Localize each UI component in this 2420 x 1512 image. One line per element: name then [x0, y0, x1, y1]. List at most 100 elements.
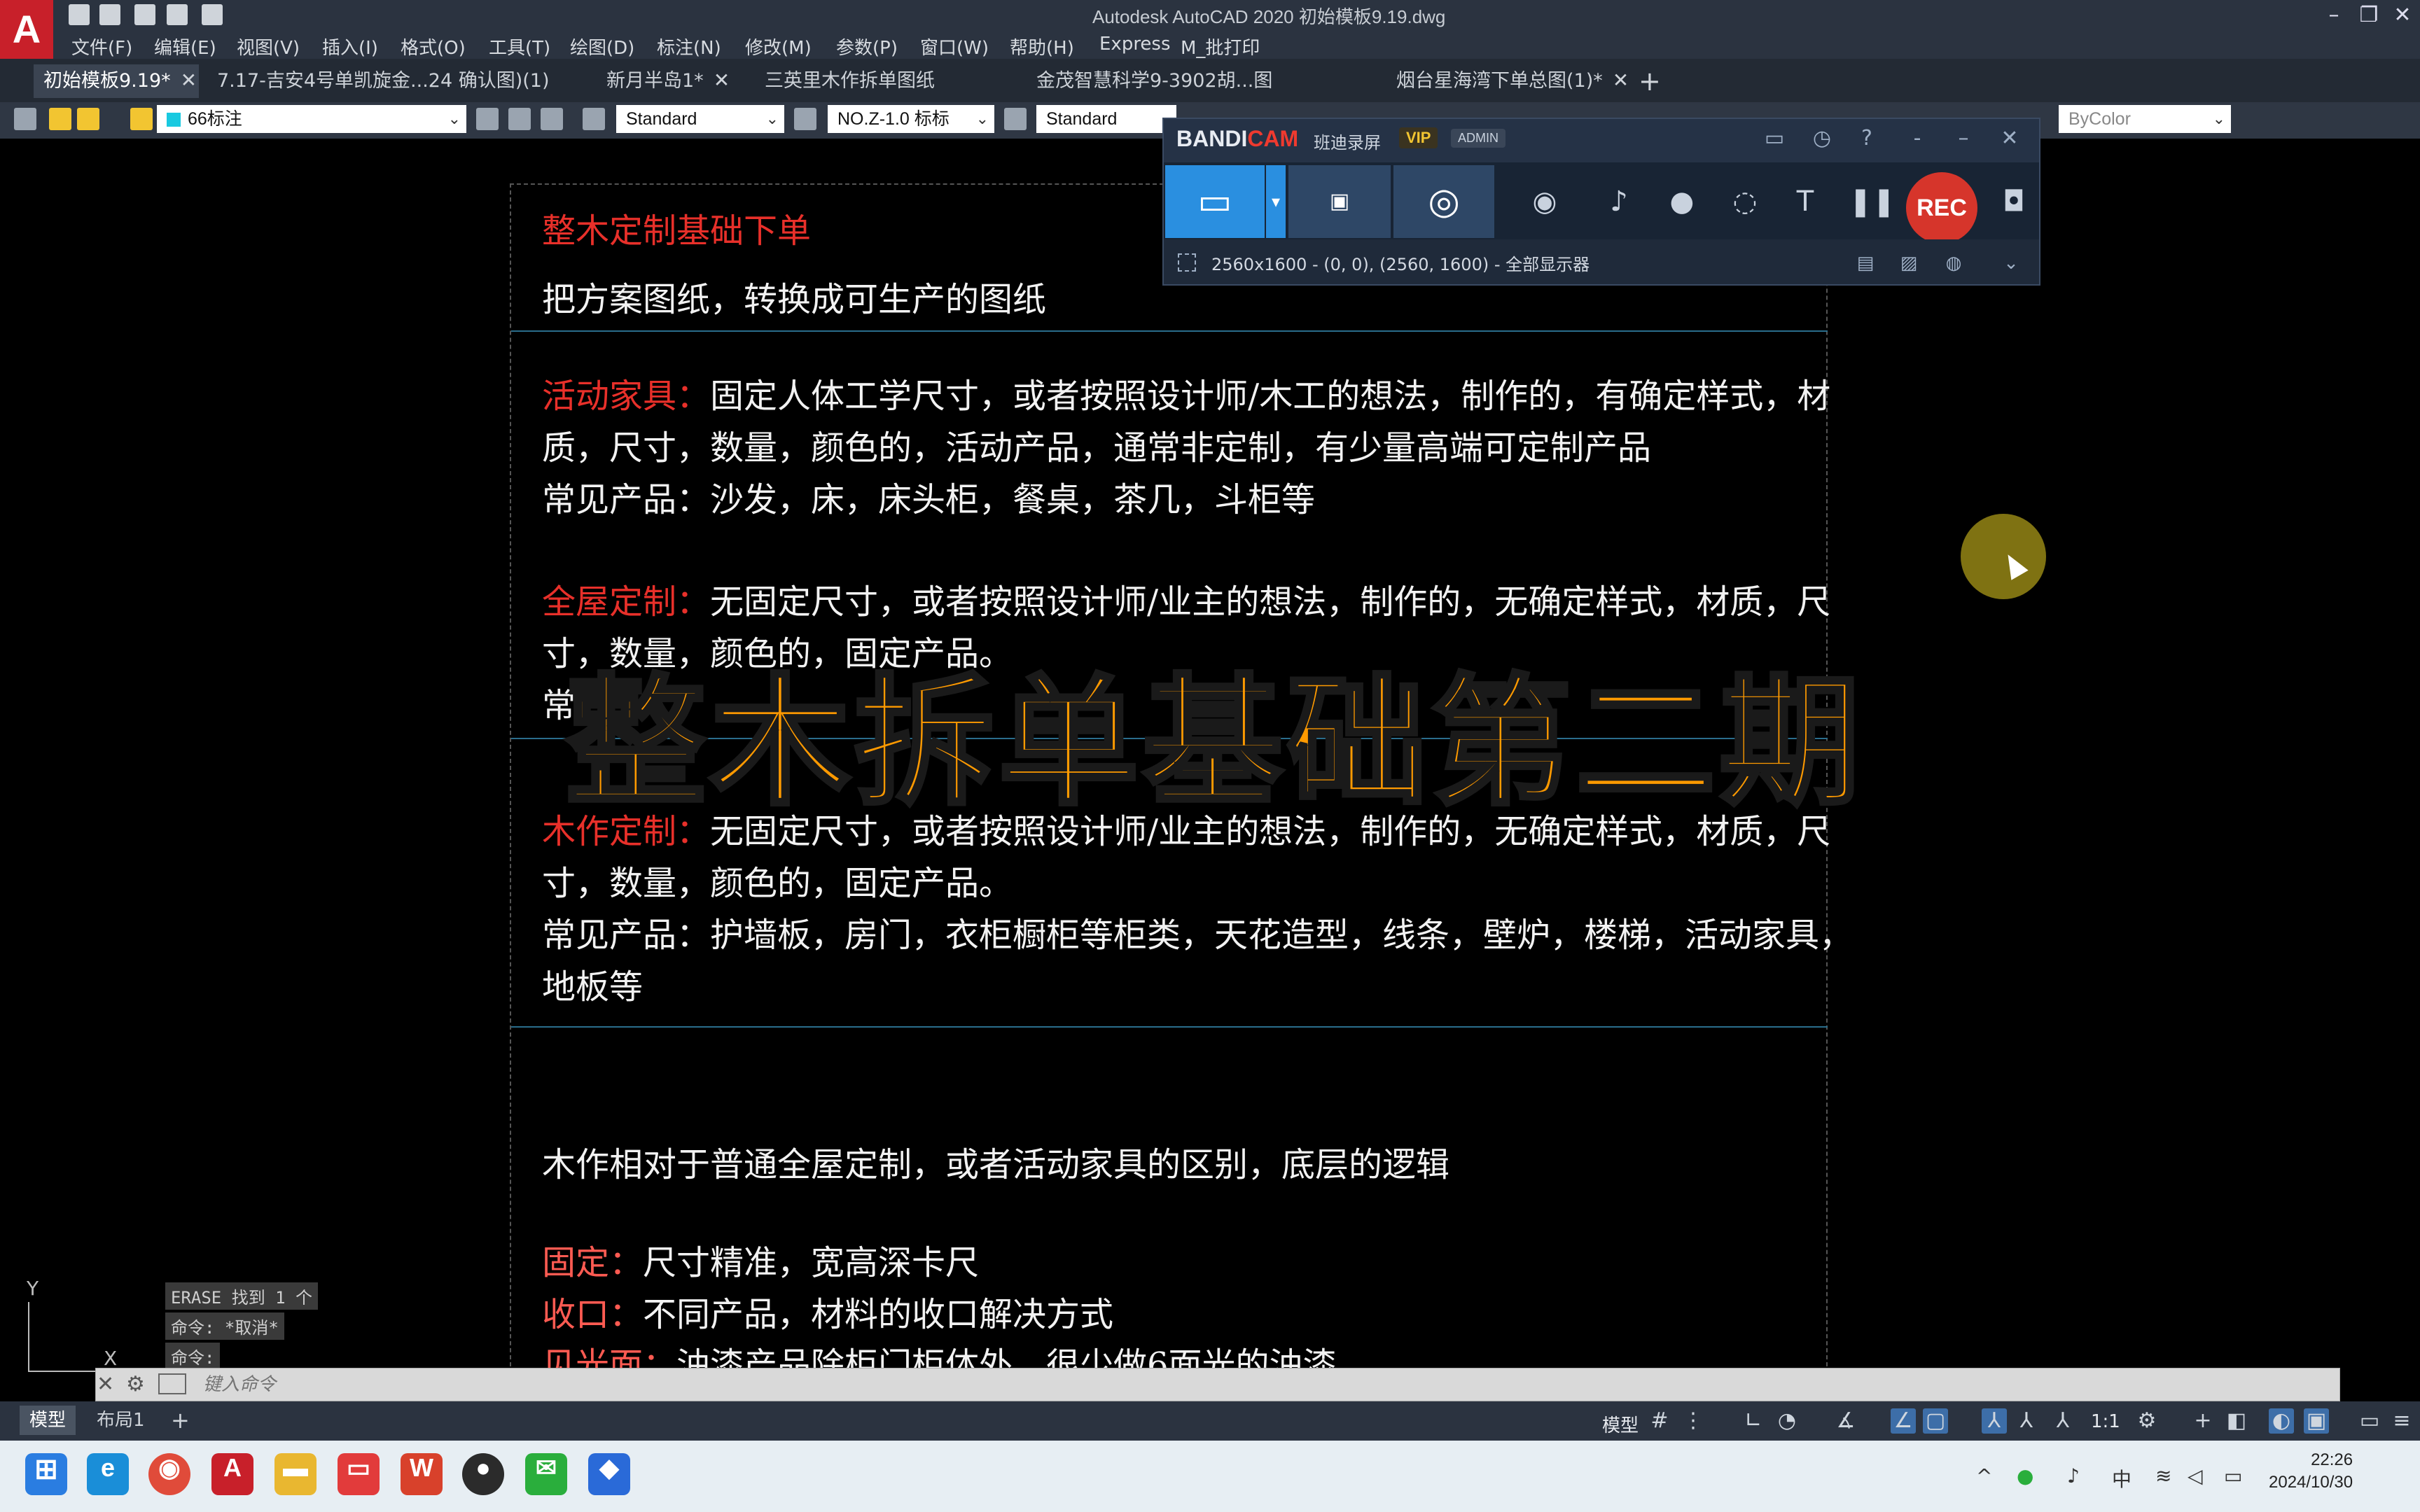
chevron-down-icon[interactable]: ⌄	[1997, 249, 2025, 277]
clean-screen-icon[interactable]: ▣	[2304, 1408, 2329, 1434]
camera-icon[interactable]: ◘	[1996, 183, 2032, 220]
wps-icon[interactable]: W	[401, 1453, 443, 1495]
text-style-icon[interactable]	[583, 108, 605, 130]
doc-tab[interactable]: 初始模板9.19* ✕	[34, 64, 199, 98]
polar-icon[interactable]: ◔	[1774, 1408, 1800, 1434]
lineweight-icon[interactable]: ∠	[1891, 1408, 1916, 1434]
menu-modify[interactable]: 修改(M)	[745, 34, 812, 59]
save-icon[interactable]	[134, 4, 155, 25]
menu-insert[interactable]: 插入(I)	[322, 34, 378, 59]
ime-indicator[interactable]: 中	[2112, 1464, 2132, 1492]
layer-previous-icon[interactable]	[541, 108, 563, 130]
minimize-icon[interactable]: –	[2318, 1, 2350, 29]
volume-icon[interactable]: ◁	[2188, 1464, 2203, 1488]
layer-dropdown[interactable]: 66标注 ⌄	[157, 105, 466, 133]
gear-icon[interactable]: ⚙	[2134, 1408, 2160, 1434]
dim-style-dropdown[interactable]: NO.Z-1.0 标标 ⌄	[828, 105, 994, 133]
menu-help[interactable]: 帮助(H)	[1010, 34, 1074, 59]
menu-view[interactable]: 视图(V)	[237, 34, 300, 59]
layer-match-icon[interactable]	[508, 108, 531, 130]
doc-tab[interactable]: 烟台星海湾下单总图(1)* ✕	[1386, 64, 1648, 98]
menu-edit[interactable]: 编辑(E)	[154, 34, 216, 59]
autocad-taskbar-icon[interactable]: A	[211, 1453, 253, 1495]
edge-icon[interactable]: e	[87, 1453, 129, 1495]
menu-express[interactable]: Express	[1099, 34, 1171, 55]
minimize-icon[interactable]: –	[1949, 125, 1977, 153]
plus-icon[interactable]: +	[2190, 1408, 2216, 1434]
record-settings-icon[interactable]: ▤	[1851, 249, 1879, 277]
battery-icon[interactable]: ▭	[2224, 1464, 2242, 1488]
game-mode-button[interactable]: ◎	[1393, 165, 1494, 238]
layer-on-icon[interactable]	[49, 108, 71, 130]
record-button[interactable]: REC	[1906, 172, 1977, 244]
bandicam-taskbar-icon[interactable]: ●	[462, 1453, 504, 1495]
table-style-dropdown[interactable]: Standard	[1036, 105, 1176, 133]
selection-area-icon[interactable]	[1178, 253, 1196, 272]
image-icon[interactable]: ▨	[1895, 249, 1923, 277]
new-file-icon[interactable]	[69, 4, 90, 25]
table-style-icon[interactable]	[1004, 108, 1027, 130]
open-file-icon[interactable]	[99, 4, 120, 25]
isolate-icon[interactable]: ◧	[2224, 1408, 2249, 1434]
hardware-acceleration-icon[interactable]: ◐	[2269, 1408, 2294, 1434]
close-icon[interactable]: ✕	[181, 69, 197, 92]
start-icon[interactable]: ⊞	[25, 1453, 67, 1495]
fullscreen-icon[interactable]: ▭	[2357, 1408, 2382, 1434]
speaker-icon[interactable]: ♪	[1601, 183, 1637, 220]
scale-dropdown[interactable]: 1:1	[2091, 1411, 2120, 1432]
doc-tab[interactable]: 7.17-吉安4号单凯旋金...24 确认图)(1)(1)*✕	[207, 64, 585, 125]
wifi-icon[interactable]: ≋	[2155, 1464, 2171, 1488]
menu-parametric[interactable]: 参数(P)	[836, 34, 898, 59]
microphone-icon[interactable]: ●	[1664, 183, 1700, 220]
doc-tab[interactable]: 三英里木作拆单图纸(4)-1*✕	[755, 64, 1007, 125]
snap-icon[interactable]: ⋮	[1681, 1408, 1706, 1434]
hdmi-mode-button[interactable]: ▣	[1288, 165, 1391, 238]
close-icon[interactable]: ✕	[714, 69, 730, 92]
object-snap-icon[interactable]: ▢	[1923, 1408, 1948, 1434]
print-icon[interactable]	[202, 4, 223, 25]
model-space-button[interactable]: 模型	[1602, 1411, 1639, 1437]
layer-freeze-icon[interactable]	[77, 108, 99, 130]
menu-tools[interactable]: 工具(T)	[489, 34, 550, 59]
text-style-dropdown[interactable]: Standard ⌄	[616, 105, 784, 133]
command-history-icon[interactable]	[158, 1373, 186, 1394]
system-clock[interactable]: 22:26 2024/10/30	[2269, 1450, 2353, 1492]
menu-window[interactable]: 窗口(W)	[920, 34, 989, 59]
menu-icon[interactable]: ≡	[2389, 1408, 2414, 1434]
layer-tools-icon[interactable]	[476, 108, 499, 130]
video-app-icon[interactable]: ▭	[338, 1453, 380, 1495]
layer-properties-icon[interactable]	[14, 108, 36, 130]
close-icon[interactable]: ✕	[1613, 69, 1629, 92]
app-icon[interactable]: ◆	[588, 1453, 630, 1495]
menu-file[interactable]: 文件(F)	[71, 34, 132, 59]
autocad-logo[interactable]: A	[0, 0, 53, 59]
annotation-visibility-icon[interactable]: ⅄	[1982, 1408, 2007, 1434]
tab-layout1[interactable]: 布局1	[87, 1406, 155, 1435]
webcam-icon[interactable]: ◉	[1527, 183, 1563, 220]
layer-lock-icon[interactable]	[130, 108, 153, 130]
file-explorer-icon[interactable]: ▬	[274, 1453, 317, 1495]
doc-tab[interactable]: 金茂智慧科学9-3902胡...图2023.12.10*✕	[1027, 64, 1361, 125]
close-icon[interactable]: ✕	[1996, 125, 2024, 153]
menu-dimension[interactable]: 标注(N)	[657, 34, 721, 59]
menu-draw[interactable]: 绘图(D)	[570, 34, 634, 59]
chevron-up-icon[interactable]: ^	[1976, 1464, 1992, 1488]
timer-icon[interactable]: ◷	[1808, 125, 1836, 153]
broadcast-icon[interactable]: ◍	[1940, 249, 1968, 277]
command-input[interactable]	[203, 1371, 2234, 1399]
osnap-tracking-icon[interactable]: ∡	[1833, 1408, 1858, 1434]
ortho-icon[interactable]: ∟	[1741, 1408, 1766, 1434]
doc-tab[interactable]: 新月半岛1* ✕	[597, 64, 767, 98]
menu-format[interactable]: 格式(O)	[401, 34, 466, 59]
new-tab-icon[interactable]: +	[1639, 66, 1661, 97]
restore-icon[interactable]: ❐	[2353, 1, 2385, 29]
wechat-tray-icon[interactable]: ●	[2017, 1464, 2033, 1488]
close-icon[interactable]: ✕	[97, 1372, 114, 1396]
auto-scale-icon[interactable]: ⅄	[2014, 1408, 2039, 1434]
save-as-icon[interactable]	[167, 4, 188, 25]
microphone-icon[interactable]: ♪	[2067, 1464, 2080, 1488]
wechat-icon[interactable]: ✉	[525, 1453, 567, 1495]
menu-batch-print[interactable]: M_批打印	[1181, 34, 1260, 59]
collapse-icon[interactable]: -	[1903, 125, 1931, 153]
text-overlay-icon[interactable]: T	[1787, 183, 1823, 220]
